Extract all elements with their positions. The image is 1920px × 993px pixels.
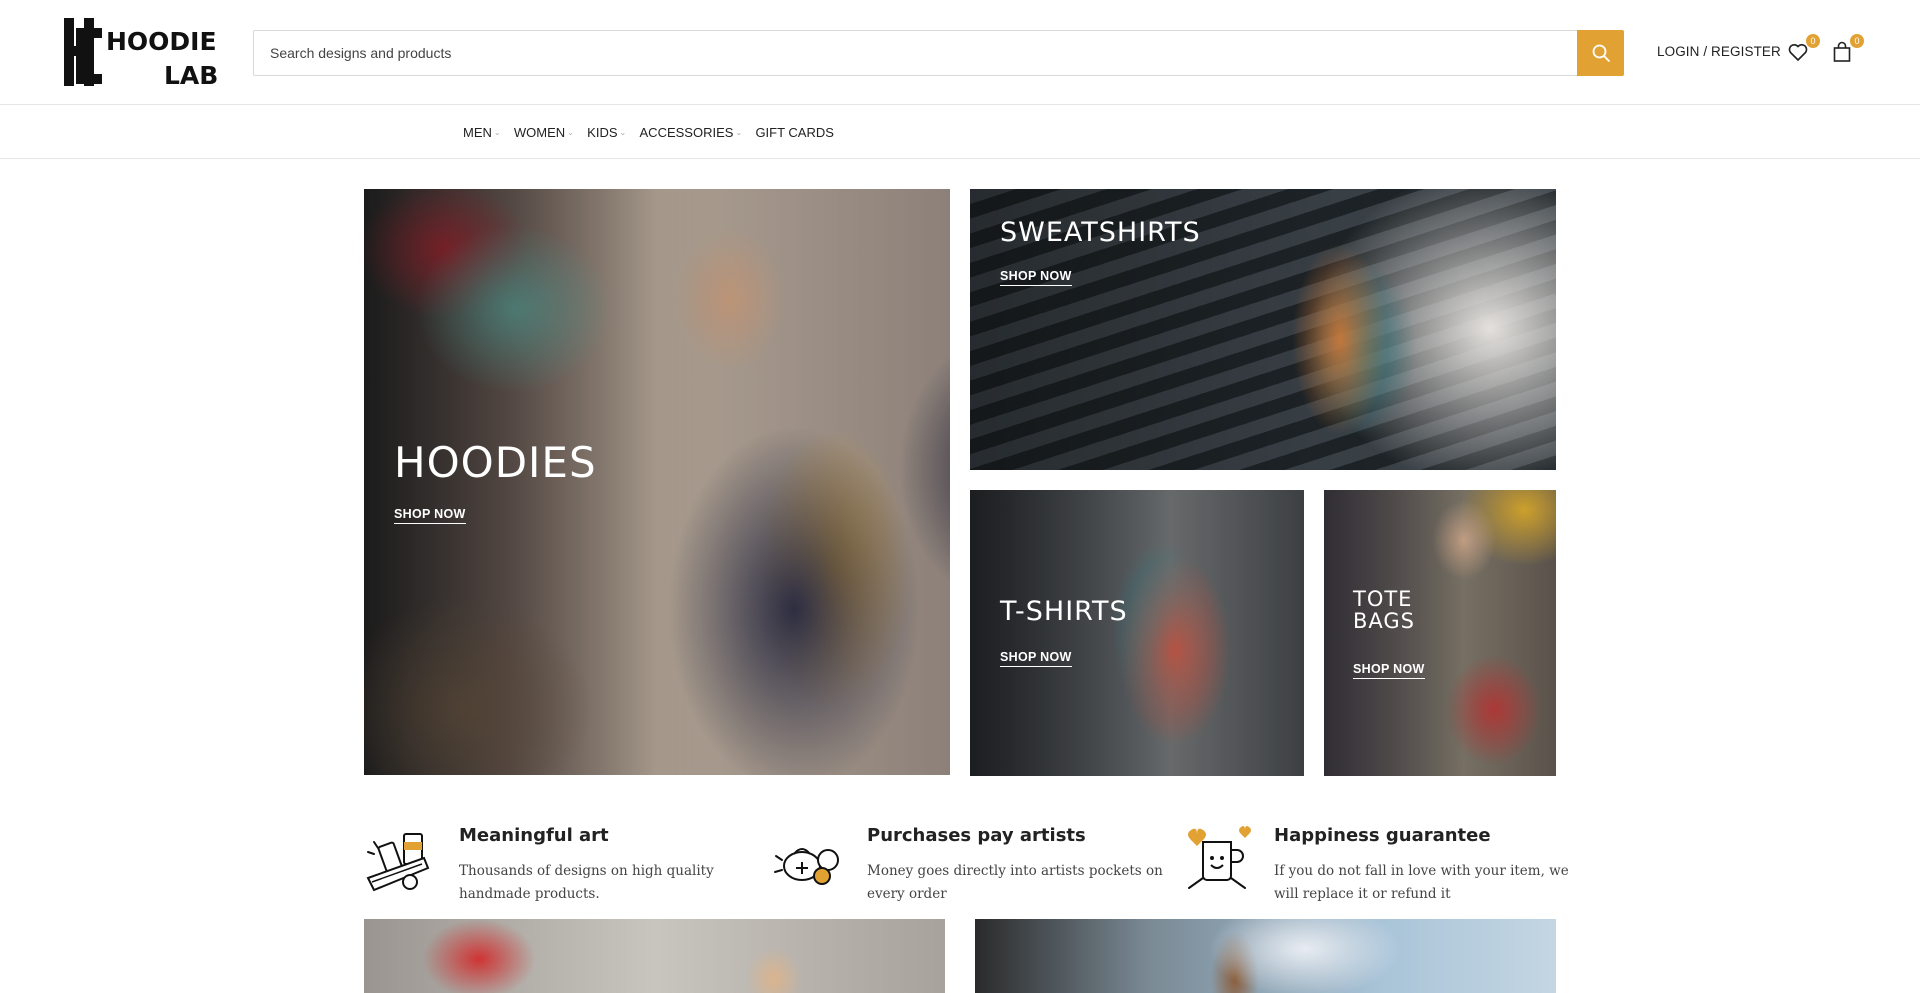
login-register-link[interactable]: LOGIN / REGISTER <box>1657 44 1781 59</box>
nav-item-label: WOMEN <box>513 125 566 140</box>
nav-item-women[interactable]: WOMEN ⌄ <box>513 125 574 140</box>
banner-tshirts[interactable]: T-SHIRTS SHOP NOW <box>970 490 1304 776</box>
cart-count-badge: 0 <box>1850 34 1864 48</box>
nav-item-men[interactable]: MEN ⌄ <box>463 125 501 140</box>
feature-description: Money goes directly into artists pockets… <box>867 863 1163 902</box>
chevron-down-icon: ⌄ <box>493 127 501 137</box>
nav-item-accessories[interactable]: ACCESSORIES ⌄ <box>639 125 743 140</box>
search-input[interactable] <box>254 31 1578 75</box>
brand-logo[interactable]: HOODIE LAB <box>62 16 234 90</box>
shop-now-link[interactable]: SHOP NOW <box>1353 662 1425 679</box>
site-header: HOODIE LAB LOGIN / REGISTER 0 0 <box>0 0 1920 105</box>
feature-title: Purchases pay artists <box>867 825 1086 846</box>
feature-title: Meaningful art <box>459 825 609 846</box>
paint-cans-icon <box>366 833 430 892</box>
banner-sweatshirts[interactable]: SWEATSHIRTS SHOP NOW <box>970 189 1556 470</box>
shop-now-link[interactable]: SHOP NOW <box>1000 269 1072 286</box>
banner-title: HOODIES <box>394 438 597 487</box>
svg-text:HOODIE: HOODIE <box>106 27 217 56</box>
main-navigation: MEN ⌄ WOMEN ⌄ KIDS ⌄ ACCESSORIES ⌄ GIFT … <box>0 106 1920 159</box>
banner-hoodies[interactable]: HOODIES SHOP NOW <box>364 189 950 775</box>
promo-banner-left[interactable] <box>364 919 945 993</box>
nav-item-label: MEN <box>463 125 492 140</box>
nav-item-label: KIDS <box>587 125 618 140</box>
nav-menu: MEN ⌄ WOMEN ⌄ KIDS ⌄ ACCESSORIES ⌄ GIFT … <box>463 106 848 159</box>
banner-title: TOTE BAGS <box>1353 587 1416 634</box>
search-icon <box>1592 44 1610 62</box>
nav-item-label: GIFT CARDS <box>755 125 834 140</box>
shop-now-link[interactable]: SHOP NOW <box>1000 650 1072 667</box>
nav-item-label: ACCESSORIES <box>639 125 734 140</box>
happy-mug-icon <box>1188 826 1251 889</box>
search-button[interactable] <box>1577 30 1624 76</box>
chevron-down-icon: ⌄ <box>619 127 627 137</box>
nav-item-gift-cards[interactable]: GIFT CARDS <box>755 125 834 140</box>
shop-now-link[interactable]: SHOP NOW <box>394 507 466 524</box>
promo-banner-right[interactable] <box>975 919 1556 993</box>
chevron-down-icon: ⌄ <box>735 127 743 137</box>
hoodie-lab-logo-icon: HOODIE LAB <box>64 18 218 90</box>
feature-description: If you do not fall in love with your ite… <box>1274 863 1569 902</box>
money-bag-icon <box>774 848 839 885</box>
search-bar <box>253 30 1624 76</box>
banner-tote-bags[interactable]: TOTE BAGS SHOP NOW <box>1324 490 1556 776</box>
wishlist-button[interactable]: 0 <box>1786 34 1820 64</box>
banner-title: T-SHIRTS <box>1000 596 1128 627</box>
feature-title: Happiness guarantee <box>1274 825 1491 846</box>
nav-item-kids[interactable]: KIDS ⌄ <box>587 125 627 140</box>
cart-button[interactable]: 0 <box>1830 34 1864 64</box>
banner-title: SWEATSHIRTS <box>1000 217 1201 248</box>
wishlist-count-badge: 0 <box>1806 34 1820 48</box>
chevron-down-icon: ⌄ <box>567 127 574 137</box>
feature-description: Thousands of designs on high quality han… <box>459 863 714 902</box>
svg-text:LAB: LAB <box>164 61 218 90</box>
